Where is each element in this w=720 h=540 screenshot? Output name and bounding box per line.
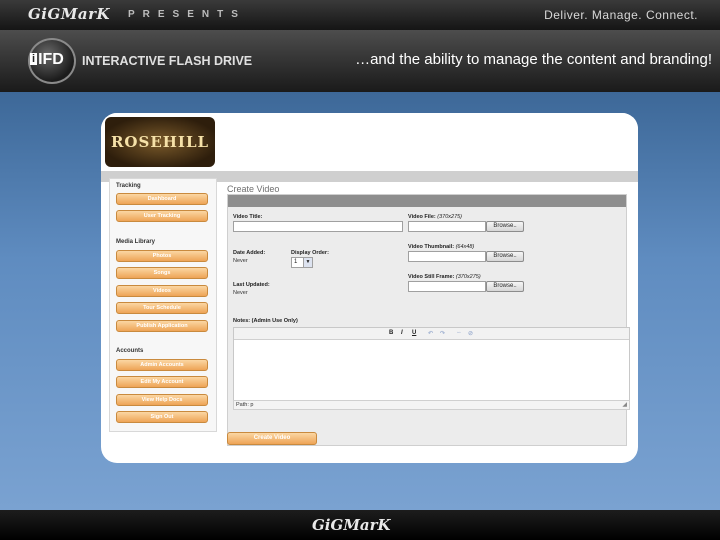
page-title: Create Video <box>227 184 280 194</box>
sidebar-item-photos[interactable]: Photos <box>116 250 208 262</box>
video-thumbnail-browse-button[interactable]: Browse.. <box>486 251 524 262</box>
chevron-down-icon: ▼ <box>303 258 312 267</box>
form-panel-header <box>228 195 626 207</box>
unlink-icon[interactable]: ⊘ <box>468 330 473 337</box>
ifd-logo: i IFD <box>30 51 64 68</box>
create-video-button[interactable]: Create Video <box>227 432 317 445</box>
video-thumbnail-label: Video Thumbnail: (64x48) <box>408 244 475 250</box>
admin-header: ROSEHILL <box>101 113 638 171</box>
sidebar-item-publish-application[interactable]: Publish Application <box>116 320 208 332</box>
video-still-frame-browse-button[interactable]: Browse.. <box>486 281 524 292</box>
video-file-browse-button[interactable]: Browse.. <box>486 221 524 232</box>
undo-icon[interactable]: ↶ <box>428 330 433 337</box>
create-video-form: Create Video Video Title: Video File: (3… <box>227 178 630 450</box>
last-updated-label: Last Updated: <box>233 282 270 288</box>
sidebar-item-sign-out[interactable]: Sign Out <box>116 411 208 423</box>
sidebar-item-edit-my-account[interactable]: Edit My Account <box>116 376 208 388</box>
product-title: INTERACTIVE FLASH DRIVE <box>82 54 253 68</box>
resize-grip-icon[interactable]: ◢ <box>622 401 627 409</box>
video-still-frame-label: Video Still Frame: (370x275) <box>408 274 481 280</box>
video-title-input[interactable] <box>233 221 403 232</box>
link-icon[interactable]: ⇔ <box>456 330 462 336</box>
video-still-frame-input[interactable] <box>408 281 486 292</box>
italic-icon[interactable]: I <box>401 330 403 336</box>
video-file-input[interactable] <box>408 221 486 232</box>
last-updated-value: Never <box>233 290 248 296</box>
sidebar-item-songs[interactable]: Songs <box>116 267 208 279</box>
tagline: Deliver. Manage. Connect. <box>544 8 698 22</box>
video-thumbnail-input[interactable] <box>408 251 486 262</box>
notes-editor[interactable]: B I U ↶ ↷ ⇔ ⊘ <box>233 327 630 409</box>
display-order-label: Display Order: <box>291 250 329 256</box>
notes-label: Notes: (Admin Use Only) <box>233 318 298 324</box>
video-file-label: Video File: (370x275) <box>408 214 463 220</box>
sidebar-item-tour-schedule[interactable]: Tour Schedule <box>116 302 208 314</box>
sidebar-item-dashboard[interactable]: Dashboard <box>116 193 208 205</box>
display-order-select[interactable]: 1 ▼ <box>291 257 313 268</box>
editor-path-bar: Path: p ◢ <box>233 400 630 410</box>
redo-icon[interactable]: ↷ <box>440 330 445 337</box>
footer-gigmark-logo: GiGMarK <box>312 516 391 534</box>
editor-toolbar: B I U ↶ ↷ ⇔ ⊘ <box>234 328 629 340</box>
sidebar: Tracking Dashboard User Tracking Media L… <box>109 178 217 432</box>
video-title-label: Video Title: <box>233 214 263 220</box>
sidebar-item-view-help-docs[interactable]: View Help Docs <box>116 394 208 406</box>
presents-text: PRESENTS <box>128 9 246 20</box>
sidebar-section-media-library: Media Library <box>116 239 156 245</box>
date-added-value: Never <box>233 258 248 264</box>
sidebar-section-tracking: Tracking <box>116 183 141 189</box>
editor-path-text: Path: p <box>236 402 254 408</box>
form-panel: Video Title: Video File: (370x275) Brows… <box>227 194 630 446</box>
sidebar-item-videos[interactable]: Videos <box>116 285 208 297</box>
underline-icon[interactable]: U <box>412 330 416 336</box>
sidebar-item-admin-accounts[interactable]: Admin Accounts <box>116 359 208 371</box>
date-added-label: Date Added: <box>233 250 266 256</box>
sidebar-section-accounts: Accounts <box>116 348 144 354</box>
bold-icon[interactable]: B <box>389 330 393 336</box>
gigmark-logo: GiGMarK <box>28 5 111 23</box>
sidebar-item-user-tracking[interactable]: User Tracking <box>116 210 208 222</box>
admin-window: ROSEHILL Tracking Dashboard User Trackin… <box>101 113 638 463</box>
display-order-value: 1 <box>294 259 298 265</box>
band-logo: ROSEHILL <box>105 117 215 167</box>
slide-headline: …and the ability to manage the content a… <box>355 51 712 68</box>
